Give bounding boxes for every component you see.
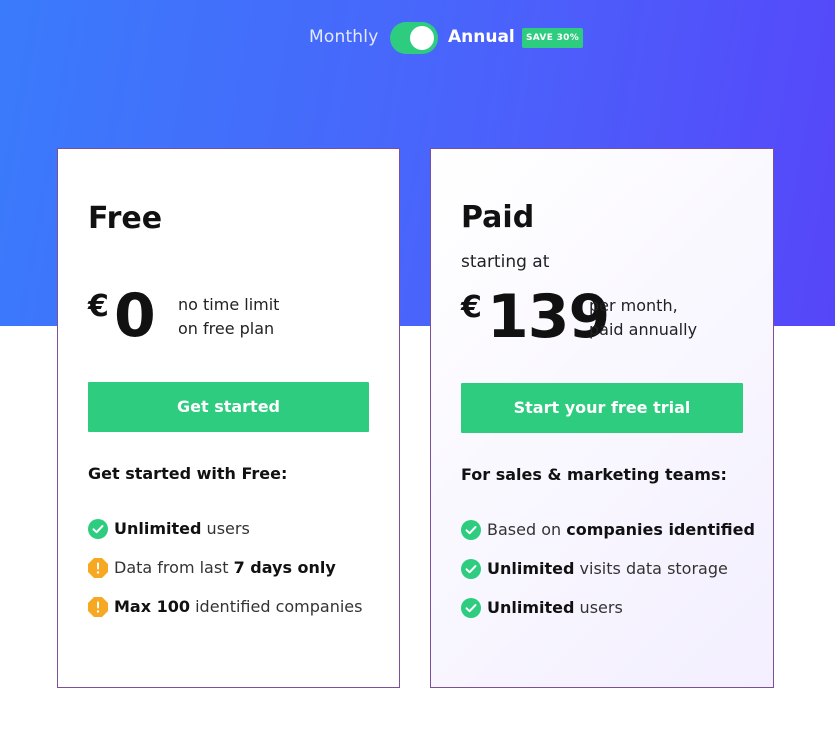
price-amount: 0 (114, 281, 156, 351)
feature-text: Data from last 7 days only (114, 558, 336, 578)
price-note-line2: on free plan (178, 319, 275, 338)
currency-symbol: € (461, 290, 482, 325)
check-icon (461, 520, 481, 540)
feature-highlight: companies identified (566, 520, 755, 539)
currency-symbol: € (88, 289, 109, 324)
check-icon (461, 559, 481, 579)
price-note: per month, paid annually (589, 294, 697, 342)
feature-highlight: Unlimited (487, 559, 575, 578)
feature-text-suffix: users (201, 519, 250, 538)
plan-name: Paid (461, 200, 535, 235)
billing-toggle-row: Monthly Annual SAVE 30% (0, 22, 835, 54)
feature-item: Unlimited visits data storage (461, 559, 761, 598)
toggle-knob (410, 26, 434, 50)
price-note: no time limit on free plan (178, 293, 279, 341)
price-note-line1: per month, (589, 296, 678, 315)
plan-card-paid: Paid starting at € 139 per month, paid a… (430, 148, 774, 688)
feature-highlight: Unlimited (114, 519, 202, 538)
price-note-line2: paid annually (589, 320, 698, 339)
check-icon (88, 519, 108, 539)
plan-name: Free (88, 201, 163, 236)
feature-text: Max 100 identified companies (114, 597, 362, 617)
warning-icon (88, 597, 108, 617)
feature-item: Unlimited users (88, 519, 388, 558)
plan-audience: Get started with Free: (88, 464, 288, 483)
monthly-label[interactable]: Monthly (309, 27, 378, 47)
feature-list: Unlimited users Data from last 7 days onl… (88, 519, 388, 636)
feature-text-prefix: Based on (487, 520, 567, 539)
feature-highlight: Unlimited (487, 598, 575, 617)
warning-icon (88, 558, 108, 578)
feature-item: Based on companies identified (461, 520, 761, 559)
save-badge: SAVE 30% (522, 28, 584, 48)
feature-text-suffix: visits data storage (574, 559, 728, 578)
starting-at-label: starting at (461, 252, 550, 272)
start-free-trial-button[interactable]: Start your free trial (461, 383, 743, 433)
feature-text: Unlimited visits data storage (487, 559, 728, 579)
plan-card-free: Free € 0 no time limit on free plan Get … (57, 148, 400, 688)
plan-audience: For sales & marketing teams: (461, 465, 727, 484)
get-started-button[interactable]: Get started (88, 382, 369, 432)
feature-item: Max 100 identified companies (88, 597, 388, 636)
feature-highlight: Max 100 (114, 597, 191, 616)
feature-text-prefix: Data from last (114, 558, 234, 577)
feature-text: Based on companies identified (487, 520, 755, 540)
feature-highlight: 7 days only (233, 558, 336, 577)
annual-label[interactable]: Annual (448, 27, 515, 47)
feature-item: Data from last 7 days only (88, 558, 388, 597)
price-note-line1: no time limit (178, 295, 280, 314)
feature-list: Based on companies identified Unlimited v… (461, 520, 761, 637)
check-icon (461, 598, 481, 618)
billing-period-toggle[interactable] (390, 22, 438, 54)
feature-text-suffix: identified companies (190, 597, 363, 616)
feature-text: Unlimited users (114, 519, 250, 539)
feature-text-suffix: users (574, 598, 623, 617)
feature-item: Unlimited users (461, 598, 761, 637)
feature-text: Unlimited users (487, 598, 623, 618)
